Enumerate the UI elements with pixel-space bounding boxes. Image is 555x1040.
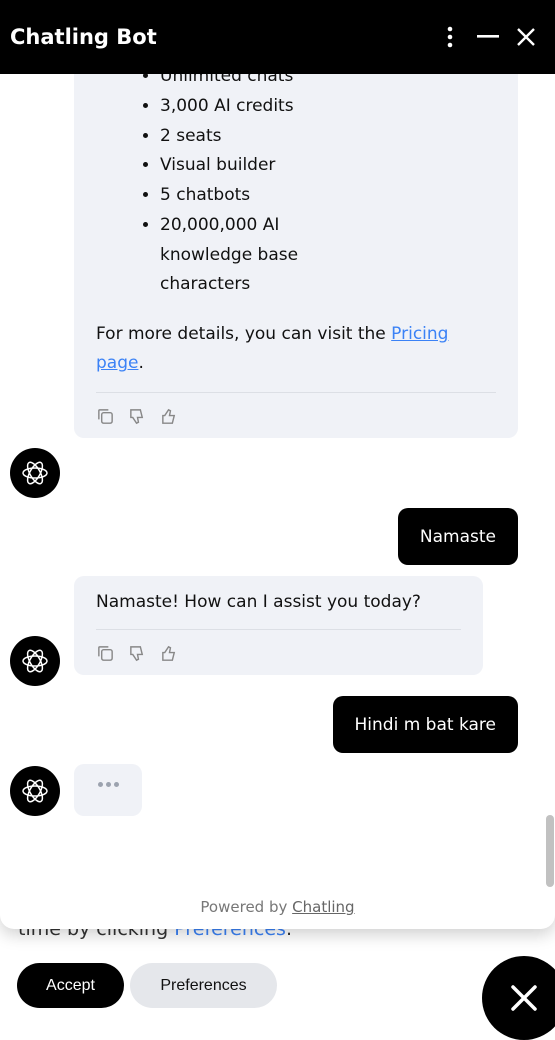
copy-icon[interactable]	[96, 407, 115, 426]
user-message: Namaste	[397, 508, 518, 565]
chatling-link[interactable]: Chatling	[292, 898, 354, 916]
more-vertical-icon[interactable]	[431, 18, 469, 56]
preferences-button[interactable]: Preferences	[130, 963, 277, 1008]
atom-icon	[22, 649, 48, 673]
accept-button[interactable]: Accept	[17, 963, 124, 1008]
thumbs-up-icon[interactable]	[160, 407, 179, 426]
close-chat-button[interactable]	[482, 956, 555, 1040]
thumbs-up-icon[interactable]	[160, 644, 179, 663]
user-message: Hindi m bat kare	[332, 696, 518, 753]
thumbs-down-icon[interactable]	[128, 407, 147, 426]
copy-icon[interactable]	[96, 644, 115, 663]
list-item: 20,000,000 AI knowledge base characters	[160, 211, 360, 300]
chat-header: Chatling Bot	[0, 0, 555, 74]
chat-widget: Chatling Bot Unlimited chats 3,000 AI cr…	[0, 0, 555, 929]
bot-avatar	[10, 766, 60, 816]
close-icon	[511, 985, 537, 1011]
bot-message: Namaste! How can I assist you today?	[74, 576, 483, 675]
bot-message: Unlimited chats 3,000 AI credits 2 seats…	[74, 74, 518, 438]
plan-features-list: Unlimited chats 3,000 AI credits 2 seats…	[74, 74, 496, 300]
atom-icon	[22, 779, 48, 803]
list-item: 2 seats	[160, 122, 496, 152]
scrollbar-thumb[interactable]	[546, 815, 554, 887]
bot-avatar	[10, 448, 60, 498]
thumbs-down-icon[interactable]	[128, 644, 147, 663]
list-item: 5 chatbots	[160, 181, 496, 211]
close-icon[interactable]	[507, 18, 545, 56]
minimize-icon[interactable]	[469, 18, 507, 56]
atom-icon	[22, 461, 48, 485]
typing-indicator	[74, 764, 142, 816]
message-list: Unlimited chats 3,000 AI credits 2 seats…	[0, 74, 555, 889]
list-item: 3,000 AI credits	[160, 92, 496, 122]
powered-by: Powered by Chatling	[200, 898, 355, 916]
message-text: For more details, you can visit the Pric…	[96, 324, 449, 373]
list-item: Unlimited chats	[160, 74, 496, 92]
chat-title: Chatling Bot	[10, 25, 157, 49]
message-text: Namaste! How can I assist you today?	[96, 592, 421, 612]
list-item: Visual builder	[160, 151, 496, 181]
bot-avatar	[10, 636, 60, 686]
